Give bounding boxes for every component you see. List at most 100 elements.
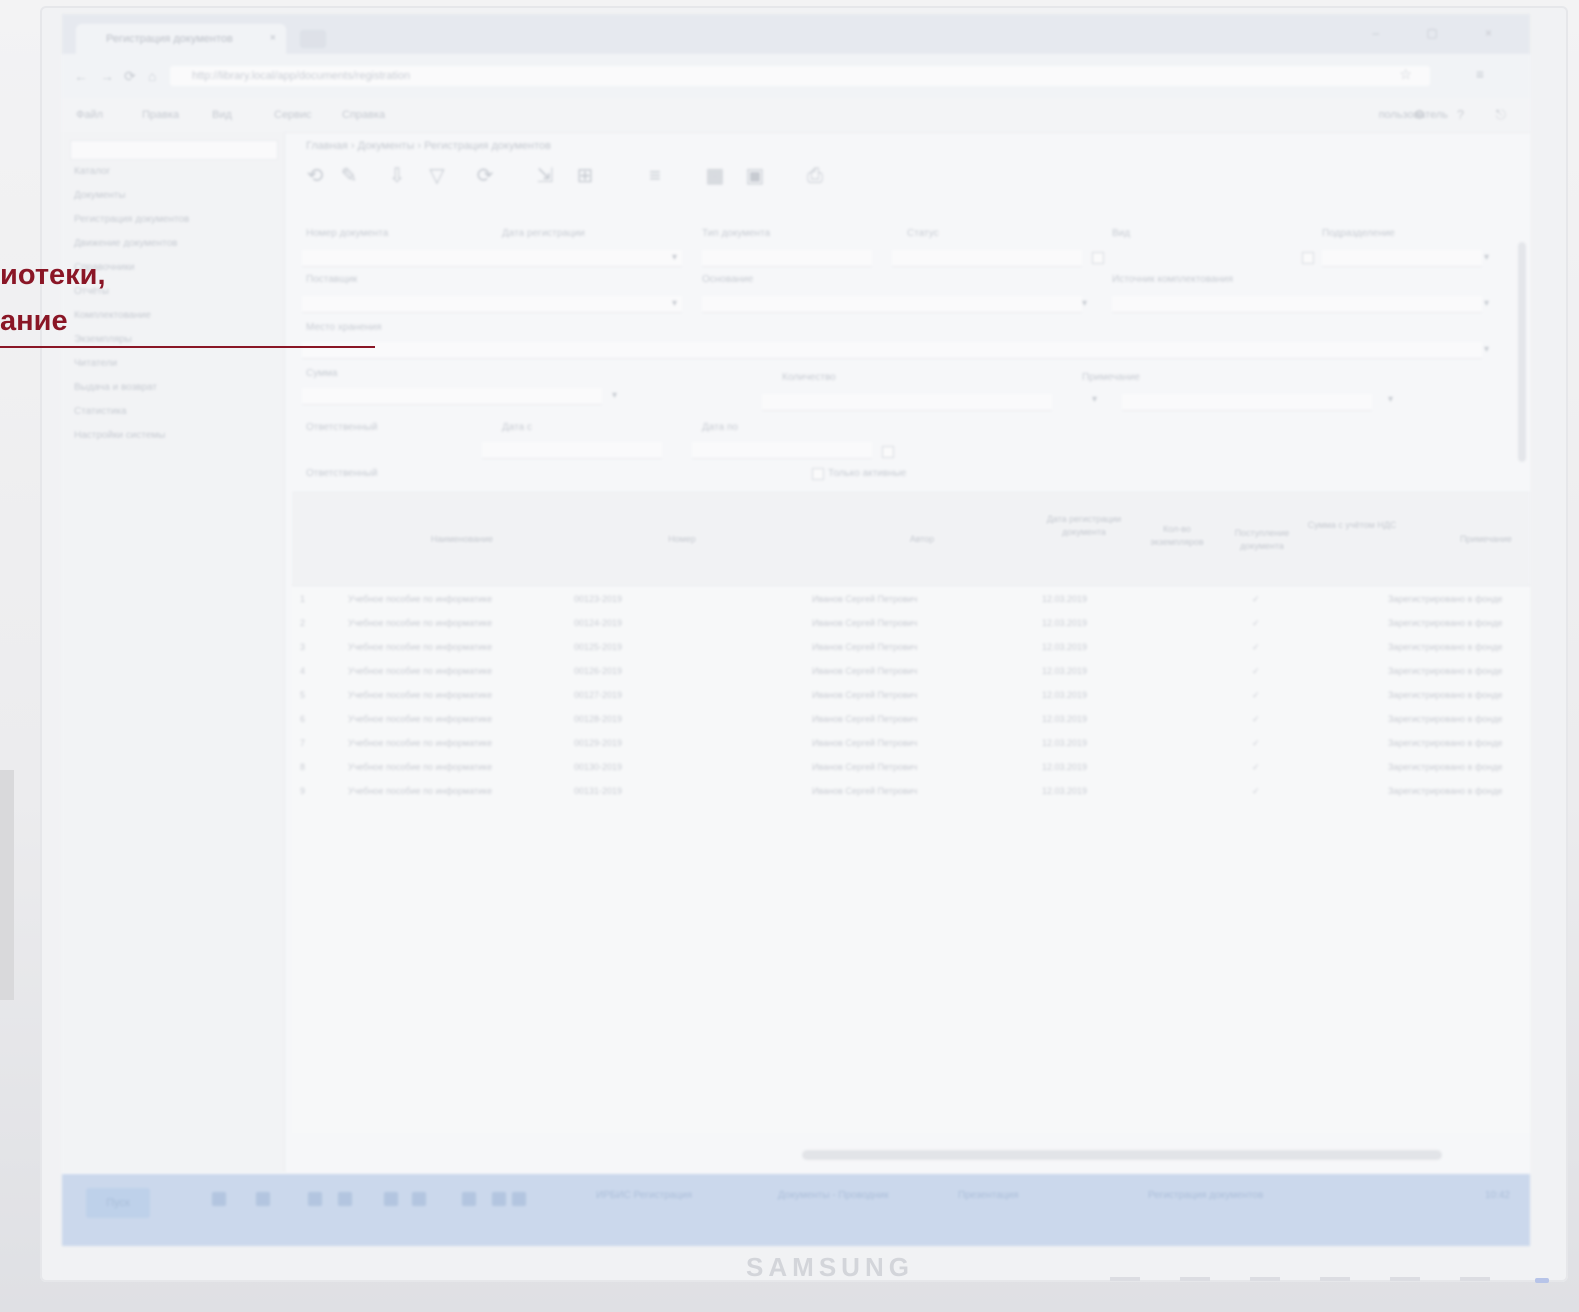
- sidebar-item[interactable]: Каталог: [74, 166, 110, 177]
- supplier-field[interactable]: [302, 296, 682, 313]
- column-header[interactable]: Примечание: [1442, 533, 1530, 546]
- table-row[interactable]: 5 Учебное пособие по информатике 00127-201…: [292, 685, 1530, 709]
- chevron-down-icon[interactable]: ▾: [1484, 252, 1489, 263]
- quantity-field[interactable]: [762, 394, 1052, 411]
- taskbar-clock[interactable]: 10:42: [1485, 1190, 1510, 1201]
- chevron-down-icon[interactable]: ▾: [1388, 394, 1393, 405]
- column-header[interactable]: Дата регистрации документа: [1044, 513, 1124, 539]
- taskbar-app[interactable]: ИРБИС Регистрация: [596, 1190, 692, 1201]
- sidebar-item[interactable]: Статистика: [74, 406, 127, 417]
- url-input[interactable]: http://library.local/app/documents/regis…: [170, 66, 1430, 86]
- table-icon[interactable]: ▦: [702, 162, 728, 190]
- status-checkbox[interactable]: [1092, 252, 1104, 264]
- table-row[interactable]: 1 Учебное пособие по информатике 00123-201…: [292, 589, 1530, 613]
- column-header[interactable]: Кол-во экземпляров: [1137, 523, 1217, 549]
- taskbar-pin-icon[interactable]: [412, 1192, 426, 1206]
- taskbar-pin-icon[interactable]: [308, 1192, 322, 1206]
- taskbar-app[interactable]: Регистрация документов: [1148, 1190, 1263, 1201]
- settings-icon[interactable]: ⚙ ? ⎋: [1414, 107, 1520, 123]
- window-controls[interactable]: – ▢ ×: [1372, 26, 1514, 40]
- sidebar-item[interactable]: Выдача и возврат: [74, 382, 157, 393]
- forward-icon[interactable]: →: [100, 68, 114, 84]
- taskbar-pin-icon[interactable]: [256, 1192, 270, 1206]
- browser-tab[interactable]: Регистрация документов ×: [76, 24, 286, 54]
- sidebar-item[interactable]: Настройки системы: [74, 430, 166, 441]
- print-icon[interactable]: ⎙: [802, 162, 828, 190]
- table-row[interactable]: 7 Учебное пособие по информатике 00129-201…: [292, 733, 1530, 757]
- basis-field[interactable]: [702, 296, 1082, 313]
- column-header[interactable]: Номер: [622, 533, 742, 546]
- document-number-field[interactable]: [302, 250, 682, 267]
- menu-item[interactable]: Сервис: [274, 109, 312, 121]
- chevron-down-icon[interactable]: ▾: [612, 390, 617, 401]
- taskbar-pin-icon[interactable]: [384, 1192, 398, 1206]
- sum-field[interactable]: [302, 388, 602, 405]
- kind-checkbox[interactable]: [1302, 252, 1314, 264]
- refresh-icon[interactable]: ⟳: [472, 162, 498, 190]
- taskbar-pin-icon[interactable]: [492, 1192, 506, 1206]
- home-icon[interactable]: ⌂: [148, 68, 156, 84]
- sidebar-item[interactable]: Читатели: [74, 358, 117, 369]
- download-icon[interactable]: ⇩: [384, 162, 410, 190]
- form-scrollbar[interactable]: [1518, 242, 1526, 462]
- chevron-down-icon[interactable]: ▾: [1092, 394, 1097, 405]
- view-icon[interactable]: ▣: [742, 162, 768, 190]
- taskbar-pin-icon[interactable]: [462, 1192, 476, 1206]
- chevron-down-icon[interactable]: ▾: [1082, 298, 1087, 309]
- taskbar-pin-icon[interactable]: [212, 1192, 226, 1206]
- column-header[interactable]: Сумма с учётом НДС: [1307, 519, 1397, 532]
- table-row[interactable]: 8 Учебное пособие по информатике 00130-201…: [292, 757, 1530, 781]
- chevron-down-icon[interactable]: ▾: [672, 298, 677, 309]
- source-field[interactable]: [1112, 296, 1482, 313]
- menu-item[interactable]: Вид: [212, 109, 232, 121]
- close-icon[interactable]: ×: [270, 32, 276, 44]
- taskbar-app[interactable]: Презентация: [958, 1190, 1018, 1201]
- reload-icon[interactable]: ⟳: [124, 68, 136, 85]
- note-field[interactable]: [1122, 394, 1372, 411]
- taskbar-pin-icon[interactable]: [512, 1192, 526, 1206]
- menu-item[interactable]: Файл: [76, 109, 103, 121]
- column-header[interactable]: Наименование: [372, 533, 552, 546]
- list-icon[interactable]: ≡: [642, 162, 668, 190]
- taskbar-app[interactable]: Документы - Проводник: [778, 1190, 889, 1201]
- table-cell-n: 9: [300, 786, 306, 796]
- active-only-checkbox[interactable]: [812, 468, 824, 480]
- monitor-screen: Регистрация документов × – ▢ × ← → ⟳ ⌂ h…: [62, 14, 1530, 1246]
- undo-icon[interactable]: ⟲: [302, 162, 328, 190]
- menu-item[interactable]: Правка: [142, 109, 179, 121]
- back-icon[interactable]: ←: [74, 68, 88, 84]
- sidebar-search-input[interactable]: [70, 140, 278, 160]
- windows-taskbar: Пуск ИРБИС Регистрация Документы - Прово…: [62, 1174, 1530, 1246]
- browser-menu-icon[interactable]: ☆ ≡: [1399, 66, 1514, 83]
- table-row[interactable]: 6 Учебное пособие по информатике 00128-201…: [292, 709, 1530, 733]
- menu-item[interactable]: Справка: [342, 109, 385, 121]
- chevron-down-icon[interactable]: ▾: [1484, 344, 1489, 355]
- table-row[interactable]: 2 Учебное пособие по информатике 00124-201…: [292, 613, 1530, 637]
- date-from-field[interactable]: [482, 442, 662, 459]
- edit-icon[interactable]: ✎: [336, 162, 362, 190]
- column-header[interactable]: Автор: [852, 533, 992, 546]
- sidebar-item[interactable]: Движение документов: [74, 238, 177, 249]
- table-cell-n: 2: [300, 618, 306, 628]
- export-icon[interactable]: ⇲: [532, 162, 558, 190]
- calendar-icon[interactable]: [882, 446, 894, 458]
- department-field[interactable]: [1322, 250, 1482, 267]
- date-to-field[interactable]: [692, 442, 872, 459]
- grid-icon[interactable]: ⊞: [572, 162, 598, 190]
- column-header[interactable]: Поступление документа: [1222, 527, 1302, 553]
- table-row[interactable]: 4 Учебное пособие по информатике 00126-201…: [292, 661, 1530, 685]
- sidebar-item[interactable]: Регистрация документов: [74, 214, 189, 225]
- document-type-field[interactable]: [702, 250, 872, 267]
- new-tab-button[interactable]: [300, 30, 326, 48]
- start-button[interactable]: Пуск: [86, 1188, 150, 1218]
- table-horizontal-scrollbar[interactable]: [802, 1150, 1442, 1160]
- status-field[interactable]: [892, 250, 1082, 267]
- sidebar-item[interactable]: Документы: [74, 190, 126, 201]
- filter-icon[interactable]: ▽: [424, 162, 450, 190]
- table-row[interactable]: 9 Учебное пособие по информатике 00131-201…: [292, 781, 1530, 805]
- storage-location-field[interactable]: [302, 342, 1482, 359]
- chevron-down-icon[interactable]: ▾: [1484, 298, 1489, 309]
- chevron-down-icon[interactable]: ▾: [672, 252, 677, 263]
- table-row[interactable]: 3 Учебное пособие по информатике 00125-201…: [292, 637, 1530, 661]
- taskbar-pin-icon[interactable]: [338, 1192, 352, 1206]
